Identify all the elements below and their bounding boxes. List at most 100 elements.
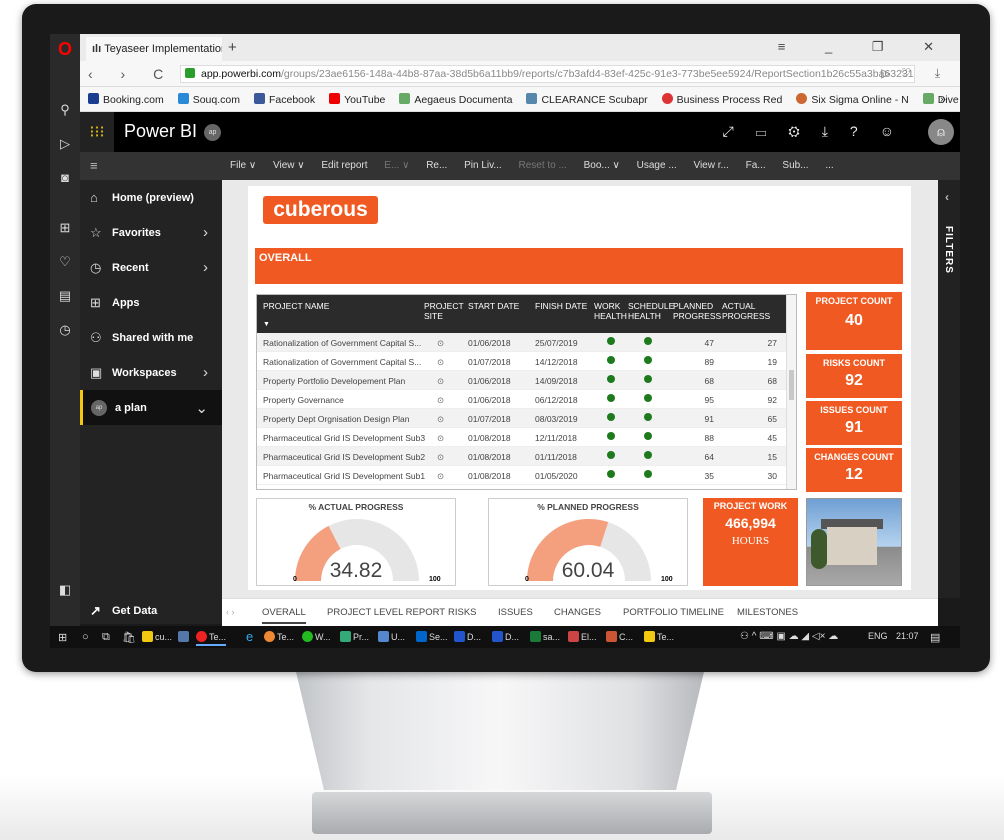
windows-start-icon[interactable]: ⊞ [58, 631, 67, 644]
page-nav-arrows[interactable]: ‹ › [226, 607, 235, 617]
bookmark-souq[interactable]: Souq.com [170, 87, 246, 106]
clock[interactable]: 21:07 [896, 631, 919, 641]
send-icon[interactable]: ▷ [50, 136, 80, 152]
usage-button[interactable]: Usage ... [637, 160, 677, 171]
nav-item-workspaces[interactable]: ▣ Workspaces › [80, 355, 222, 390]
file-menu[interactable]: File ∨ [230, 160, 256, 171]
site-link-icon[interactable]: ⊙ [437, 414, 444, 425]
col-work-health[interactable]: WORK HEALTH [594, 301, 628, 321]
user-avatar-icon[interactable]: ⍝ [928, 119, 954, 145]
table-row[interactable]: Property Governance 01/06/2018 06/12/2018 ⊙… [257, 390, 787, 409]
site-link-icon[interactable]: ⊙ [437, 452, 444, 463]
table-scrollbar[interactable] [786, 295, 796, 489]
table-row[interactable]: Rationalization of Government Capital S.… [257, 333, 787, 352]
tab-milestones[interactable]: MILESTONES [737, 607, 798, 618]
tab-overall[interactable]: OVERALL [262, 607, 306, 624]
subscribe-button[interactable]: Sub... [782, 160, 808, 171]
opera-logo-icon[interactable]: O [50, 39, 80, 60]
tab-project-level-report[interactable]: PROJECT LEVEL REPORT [327, 607, 445, 618]
refresh-button[interactable]: Re... [426, 160, 447, 171]
filters-pane[interactable]: ‹ FILTERS [938, 180, 960, 598]
col-project-site[interactable]: PROJECT SITE [424, 301, 464, 321]
table-row[interactable]: Pharmaceutical Grid IS Development Sub1 0… [257, 466, 787, 485]
tab-issues[interactable]: ISSUES [498, 607, 533, 618]
view-menu[interactable]: View ∨ [273, 160, 305, 171]
taskbar-app[interactable]: cu... [142, 631, 172, 642]
col-actual-progress[interactable]: ACTUAL PROGRESS [722, 301, 770, 321]
taskbar-app[interactable]: Te... [644, 631, 674, 642]
gauge-actual-progress[interactable]: % ACTUAL PROGRESS 34.82 0 100 [256, 498, 456, 586]
bookmark-six-sigma[interactable]: Six Sigma Online - N [788, 87, 914, 106]
system-tray-icons[interactable]: ⚇ ^ ⌨ ▣ ☁ ◢ ◁× ☁ [740, 631, 838, 642]
site-link-icon[interactable]: ⊙ [437, 471, 444, 482]
taskbar-app[interactable]: sa... [530, 631, 560, 642]
more-options-button[interactable]: ... [825, 160, 833, 171]
taskbar-app[interactable]: W... [302, 631, 331, 642]
tab-changes[interactable]: CHANGES [554, 607, 601, 618]
taskbar-app[interactable]: Te... [264, 631, 294, 642]
store-icon[interactable]: 🛍 [122, 631, 136, 644]
edit-report-button[interactable]: Edit report [321, 160, 367, 171]
pin-live-button[interactable]: Pin Liv... [464, 160, 502, 171]
site-link-icon[interactable]: ⊙ [437, 433, 444, 444]
site-link-icon[interactable]: ⊙ [437, 357, 444, 368]
workspace-avatar[interactable]: ap [204, 124, 221, 141]
col-finish-date[interactable]: FINISH DATE [535, 301, 587, 311]
table-row[interactable]: Pharmaceutical Grid IS Development Sub2 0… [257, 447, 787, 466]
nav-item-current-workspace[interactable]: ap a plan ⌄ [80, 390, 222, 425]
bookmark-youtube[interactable]: YouTube [321, 87, 391, 106]
col-planned-progress[interactable]: PLANNED PROGRESS [673, 301, 721, 321]
nav-item-favorites[interactable]: ☆ Favorites › [80, 215, 222, 250]
app-launcher-icon[interactable]: ⁝⁝⁝ [80, 112, 114, 152]
header-action-icons[interactable]: ⤢▭⚙⤓?☺ [723, 123, 916, 140]
notifications-icon[interactable]: ▤ [930, 631, 940, 644]
col-start-date[interactable]: START DATE [468, 301, 519, 311]
table-row[interactable]: Property Portfolio Developement Plan 01/0… [257, 371, 787, 390]
taskbar-app[interactable] [178, 631, 191, 642]
taskbar-app[interactable]: U... [378, 631, 405, 642]
nav-item-apps[interactable]: ⊞ Apps [80, 285, 222, 320]
language-indicator[interactable]: ENG [868, 631, 888, 641]
bookmark-business-process[interactable]: Business Process Red [654, 87, 789, 106]
address-right-icons[interactable]: ▷♡ ⤓ [881, 66, 950, 81]
table-row[interactable]: Pharmaceutical Grid IS Development Sub3 0… [257, 428, 787, 447]
browser-tab[interactable]: ılı Teyaseer Implementation ✕ [86, 37, 222, 61]
taskbar-app-active[interactable]: Te... [196, 631, 227, 646]
bookmark-facebook[interactable]: Facebook [246, 87, 321, 106]
favorite-button[interactable]: Fa... [746, 160, 766, 171]
url-field[interactable]: app.powerbi.com/groups/23ae6156-148a-44b… [180, 65, 915, 83]
taskbar-app[interactable]: D... [454, 631, 481, 642]
taskbar-app[interactable]: Pr... [340, 631, 369, 642]
reset-button[interactable]: Reset to ... [518, 160, 566, 171]
sidebar-toggle-icon[interactable]: ◧ [50, 582, 80, 598]
sort-down-icon[interactable]: ▼ [263, 321, 270, 328]
nav-item-shared[interactable]: ⚇ Shared with me [80, 320, 222, 355]
nav-item-home[interactable]: ⌂ Home (preview) [80, 180, 222, 215]
col-project-name[interactable]: PROJECT NAME [263, 301, 329, 311]
gauge-planned-progress[interactable]: % PLANNED PROGRESS 60.04 0 100 [488, 498, 688, 586]
heart-icon[interactable]: ♡ [50, 254, 80, 270]
taskbar-app[interactable]: Se... [416, 631, 448, 642]
get-data-button[interactable]: ↗ Get Data [80, 598, 222, 624]
site-link-icon[interactable]: ⊙ [437, 395, 444, 406]
view-related-button[interactable]: View r... [693, 160, 728, 171]
app-title[interactable]: Power BI [124, 121, 197, 142]
tab-risks[interactable]: RISKS [448, 607, 477, 618]
search-icon[interactable]: ⚲ [50, 102, 80, 118]
speed-dial-icon[interactable]: ⊞ [50, 220, 80, 236]
nav-item-recent[interactable]: ◷ Recent › [80, 250, 222, 285]
taskbar-app[interactable]: C... [606, 631, 633, 642]
taskbar-app[interactable]: D... [492, 631, 519, 642]
explore-button[interactable]: E... ∨ [384, 160, 409, 171]
task-view-icon[interactable]: ⧉ [102, 631, 110, 644]
site-link-icon[interactable]: ⊙ [437, 376, 444, 387]
window-controls[interactable]: ≡ _ ❐ ✕ [778, 39, 952, 55]
history-icon[interactable]: ◷ [50, 322, 80, 338]
new-tab-icon[interactable]: + [228, 39, 237, 56]
bookmarks-more[interactable]: » [932, 87, 952, 105]
bookmark-clearance[interactable]: CLEARANCE Scubapr [518, 87, 653, 106]
project-table[interactable]: PROJECT NAME PROJECT SITE START DATE FIN… [256, 294, 797, 490]
col-schedule-health[interactable]: SCHEDULE HEALTH [628, 301, 674, 321]
news-icon[interactable]: ▤ [50, 288, 80, 304]
taskbar-app[interactable]: El... [568, 631, 597, 642]
